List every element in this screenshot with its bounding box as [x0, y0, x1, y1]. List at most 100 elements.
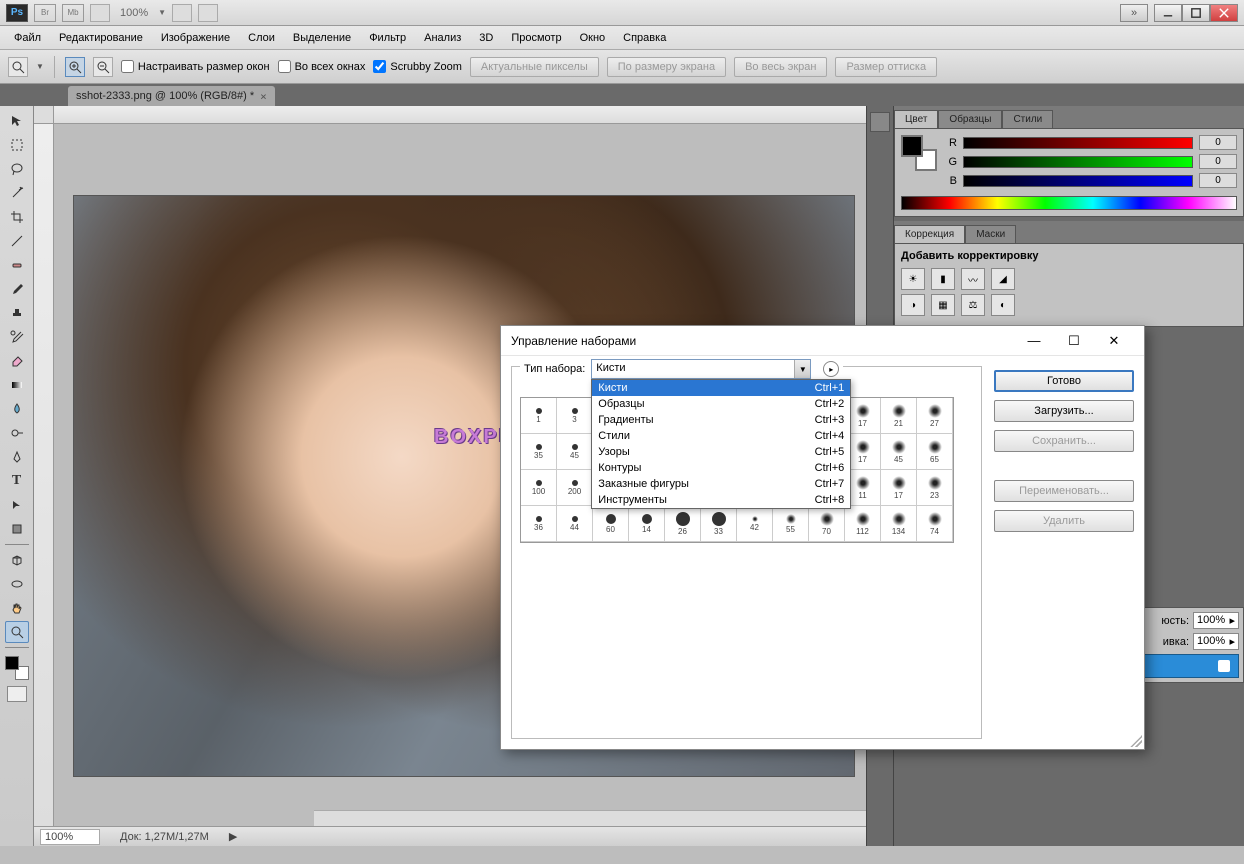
history-brush-icon[interactable]	[5, 326, 29, 348]
3d-camera-tool-icon[interactable]	[5, 573, 29, 595]
menu-layer[interactable]: Слои	[240, 29, 283, 47]
brush-tool-icon[interactable]	[5, 278, 29, 300]
hand-tool-icon[interactable]	[5, 597, 29, 619]
load-button[interactable]: Загрузить...	[994, 400, 1134, 422]
dodge-tool-icon[interactable]	[5, 422, 29, 444]
tab-masks[interactable]: Маски	[965, 225, 1016, 243]
status-arrow-icon[interactable]: ▶	[229, 830, 237, 843]
brush-preset-cell[interactable]: 65	[917, 434, 953, 470]
combo-option[interactable]: КистиCtrl+1	[592, 380, 850, 396]
eyedropper-tool-icon[interactable]	[5, 230, 29, 252]
brush-preset-cell[interactable]: 134	[881, 506, 917, 542]
levels-icon[interactable]: ▮	[931, 268, 955, 290]
hue-icon[interactable]: ▦	[931, 294, 955, 316]
exposure-icon[interactable]: ◢	[991, 268, 1015, 290]
wand-tool-icon[interactable]	[5, 182, 29, 204]
combo-option[interactable]: СтилиCtrl+4	[592, 428, 850, 444]
brush-preset-cell[interactable]: 36	[521, 506, 557, 542]
fit-screen-button[interactable]: По размеру экрана	[607, 57, 726, 77]
zoom-tool-icon[interactable]	[5, 621, 29, 643]
history-panel-icon[interactable]	[870, 112, 890, 132]
menu-view[interactable]: Просмотр	[503, 29, 569, 47]
brush-preset-cell[interactable]: 74	[917, 506, 953, 542]
pen-tool-icon[interactable]	[5, 446, 29, 468]
save-button[interactable]: Сохранить...	[994, 430, 1134, 452]
color-swatches[interactable]	[5, 656, 29, 680]
arrange-docs-dropdown[interactable]	[172, 4, 192, 22]
brush-preset-cell[interactable]: 23	[917, 470, 953, 506]
g-slider[interactable]	[963, 156, 1193, 168]
r-value[interactable]: 0	[1199, 135, 1237, 150]
fill-value[interactable]: 100%▸	[1193, 633, 1239, 650]
combo-option[interactable]: ИнструментыCtrl+8	[592, 492, 850, 508]
menu-select[interactable]: Выделение	[285, 29, 359, 47]
menu-file[interactable]: Файл	[6, 29, 49, 47]
dialog-close-icon[interactable]: ✕	[1094, 327, 1134, 355]
quickmask-icon[interactable]	[7, 686, 27, 702]
brush-preset-cell[interactable]: 45	[557, 434, 593, 470]
brush-preset-cell[interactable]: 70	[809, 506, 845, 542]
crop-tool-icon[interactable]	[5, 206, 29, 228]
stamp-tool-icon[interactable]	[5, 302, 29, 324]
bw-icon[interactable]: ◐	[991, 294, 1015, 316]
chevron-down-icon[interactable]: ▼	[794, 360, 810, 378]
color-balance-icon[interactable]: ⚖	[961, 294, 985, 316]
resize-windows-checkbox[interactable]: Настраивать размер окон	[121, 60, 270, 73]
menu-help[interactable]: Справка	[615, 29, 674, 47]
combo-option[interactable]: КонтурыCtrl+6	[592, 460, 850, 476]
brush-preset-cell[interactable]: 112	[845, 506, 881, 542]
menu-filter[interactable]: Фильтр	[361, 29, 414, 47]
g-value[interactable]: 0	[1199, 154, 1237, 169]
brush-preset-cell[interactable]: 35	[521, 434, 557, 470]
brush-preset-cell[interactable]: 33	[701, 506, 737, 542]
combo-option[interactable]: УзорыCtrl+5	[592, 444, 850, 460]
brush-preset-cell[interactable]: 60	[593, 506, 629, 542]
menu-3d[interactable]: 3D	[471, 29, 501, 47]
combo-option[interactable]: Заказные фигурыCtrl+7	[592, 476, 850, 492]
ruler-horizontal[interactable]	[54, 106, 866, 124]
brush-preset-cell[interactable]: 26	[665, 506, 701, 542]
zoom-in-icon[interactable]	[65, 57, 85, 77]
brush-preset-cell[interactable]: 14	[629, 506, 665, 542]
move-tool-icon[interactable]	[5, 110, 29, 132]
scrubby-zoom-checkbox[interactable]: Scrubby Zoom	[373, 60, 462, 73]
type-tool-icon[interactable]: T	[5, 470, 29, 492]
brush-preset-cell[interactable]: 55	[773, 506, 809, 542]
brush-preset-cell[interactable]: 3	[557, 398, 593, 434]
dialog-titlebar[interactable]: Управление наборами — ☐ ✕	[501, 326, 1144, 356]
done-button[interactable]: Готово	[994, 370, 1134, 392]
menu-analysis[interactable]: Анализ	[416, 29, 469, 47]
spectrum-ramp[interactable]	[901, 196, 1237, 210]
path-select-tool-icon[interactable]	[5, 494, 29, 516]
3d-tool-icon[interactable]	[5, 549, 29, 571]
dialog-maximize-icon[interactable]: ☐	[1054, 327, 1094, 355]
current-tool-icon[interactable]	[8, 57, 28, 77]
menu-window[interactable]: Окно	[572, 29, 614, 47]
document-tab[interactable]: sshot-2333.png @ 100% (RGB/8#) * ×	[68, 86, 275, 106]
dialog-minimize-icon[interactable]: —	[1014, 327, 1054, 355]
ruler-vertical[interactable]	[34, 124, 54, 826]
menu-image[interactable]: Изображение	[153, 29, 238, 47]
tab-styles[interactable]: Стили	[1002, 110, 1053, 128]
r-slider[interactable]	[963, 137, 1193, 149]
close-button[interactable]	[1210, 4, 1238, 22]
brightness-icon[interactable]: ☀	[901, 268, 925, 290]
ruler-origin[interactable]	[34, 106, 54, 124]
menu-edit[interactable]: Редактирование	[51, 29, 151, 47]
dropdown-icon[interactable]: ▼	[36, 62, 44, 71]
maximize-button[interactable]	[1182, 4, 1210, 22]
minimize-button[interactable]	[1154, 4, 1182, 22]
delete-button[interactable]: Удалить	[994, 510, 1134, 532]
screen-mode-dropdown[interactable]	[90, 4, 110, 22]
mini-bridge-icon[interactable]: Mb	[62, 4, 84, 22]
vibrance-icon[interactable]: ◑	[901, 294, 925, 316]
healing-tool-icon[interactable]	[5, 254, 29, 276]
blur-tool-icon[interactable]	[5, 398, 29, 420]
combo-option[interactable]: ОбразцыCtrl+2	[592, 396, 850, 412]
bridge-icon[interactable]: Br	[34, 4, 56, 22]
zoom-out-icon[interactable]	[93, 57, 113, 77]
screen-mode-dropdown-2[interactable]	[198, 4, 218, 22]
resize-grip-icon[interactable]	[1130, 735, 1142, 747]
brush-preset-cell[interactable]: 17	[881, 470, 917, 506]
brush-preset-cell[interactable]: 21	[881, 398, 917, 434]
